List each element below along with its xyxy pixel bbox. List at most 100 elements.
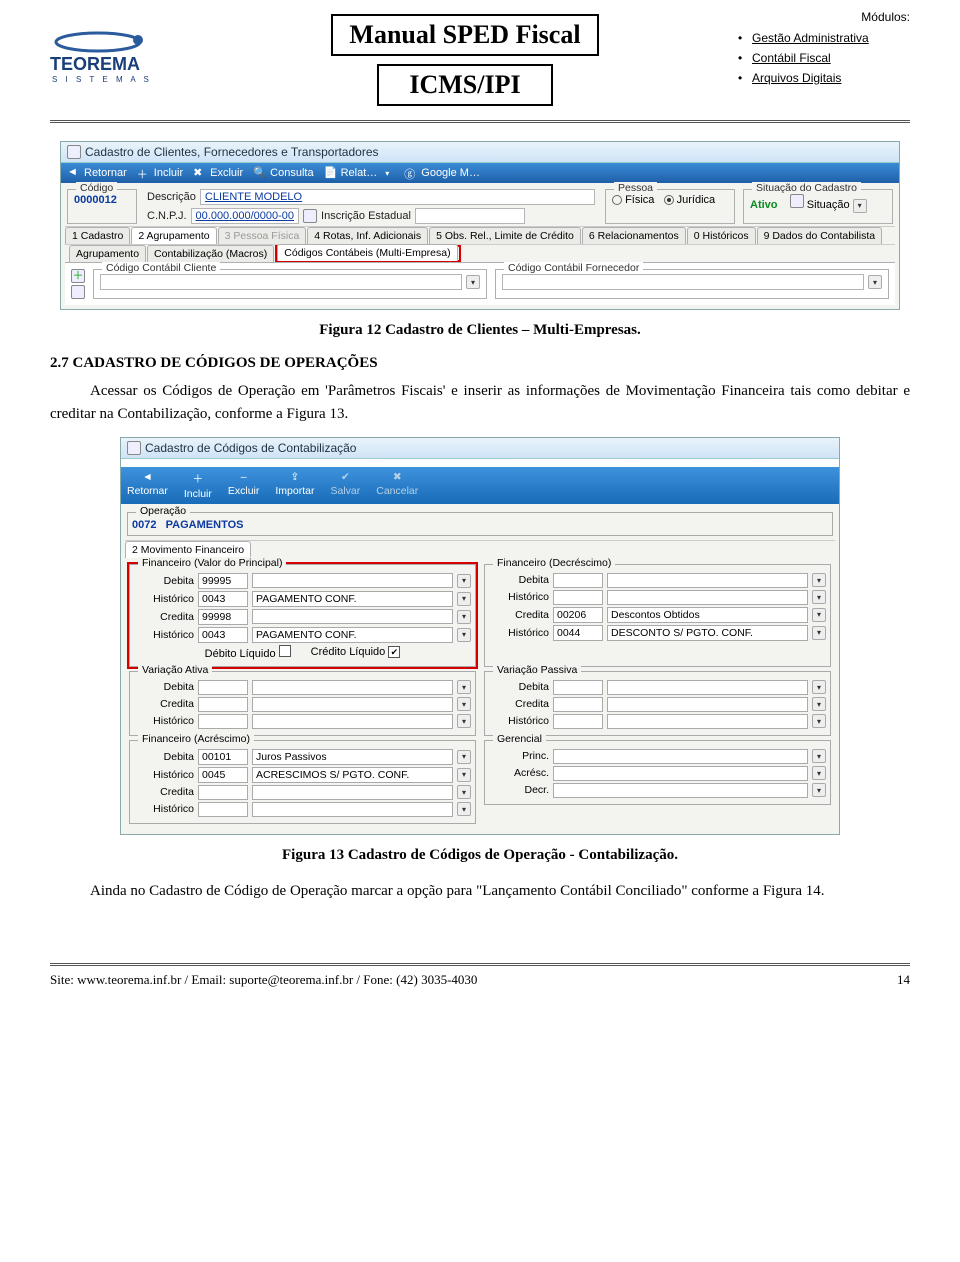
chevron-down-icon[interactable]: ▾ [457, 574, 471, 588]
chevron-down-icon[interactable]: ▾ [853, 199, 867, 213]
consulta-button[interactable]: 🔍Consulta [253, 166, 313, 180]
fp-debita-desc[interactable] [252, 573, 453, 588]
chevron-down-icon[interactable]: ▾ [812, 573, 826, 587]
retornar-button[interactable]: ◄Retornar [67, 166, 127, 180]
chevron-down-icon[interactable]: ▾ [812, 697, 826, 711]
tab-agrupamento[interactable]: 2 Agrupamento [131, 227, 216, 244]
chevron-down-icon[interactable]: ▾ [466, 275, 480, 289]
credliq-checkbox[interactable]: ✔ [388, 646, 400, 658]
cod-fornecedor-input[interactable] [502, 274, 864, 290]
cancelar-button[interactable]: ✖Cancelar [376, 471, 418, 500]
chevron-down-icon[interactable]: ▾ [457, 697, 471, 711]
chevron-down-icon[interactable]: ▾ [812, 749, 826, 763]
salvar-button[interactable]: ✔Salvar [330, 471, 360, 500]
tab-rotas[interactable]: 4 Rotas, Inf. Adicionais [307, 227, 428, 244]
tab-pessoa-fisica[interactable]: 3 Pessoa Física [218, 227, 307, 244]
fd-hist2-desc[interactable]: DESCONTO S/ PGTO. CONF. [607, 625, 808, 641]
fa-hist2[interactable] [198, 802, 248, 817]
fd-credita-code[interactable]: 00206 [553, 607, 603, 623]
op-code[interactable]: 0072 [132, 519, 156, 531]
cod-cliente-input[interactable] [100, 274, 462, 290]
fp-hist2-desc[interactable]: PAGAMENTO CONF. [252, 627, 453, 643]
chevron-down-icon[interactable]: ▾ [457, 680, 471, 694]
tab-cadastro[interactable]: 1 Cadastro [65, 227, 130, 244]
chevron-down-icon[interactable]: ▾ [457, 802, 471, 816]
incluir-button[interactable]: ＋Incluir [137, 166, 183, 180]
situacao-button[interactable]: Situação [807, 199, 850, 211]
chevron-down-icon[interactable]: ▾ [812, 590, 826, 604]
tab-obs[interactable]: 5 Obs. Rel., Limite de Crédito [429, 227, 581, 244]
subtab-contabilizacao[interactable]: Contabilização (Macros) [147, 245, 274, 262]
ge-decr[interactable] [553, 783, 808, 798]
importar-button[interactable]: ⇪Importar [275, 471, 314, 500]
grp-fd-legend: Financeiro (Decréscimo) [493, 557, 615, 569]
subtab-codigos-contabeis[interactable]: Códigos Contábeis (Multi-Empresa) [277, 244, 457, 261]
debliq-checkbox[interactable] [279, 645, 291, 657]
chevron-down-icon[interactable]: ▾ [812, 766, 826, 780]
fp-credita-desc[interactable] [252, 609, 453, 624]
fp-hist2-code[interactable]: 0043 [198, 627, 248, 643]
vp-debita[interactable] [553, 680, 603, 695]
google-button[interactable]: ⓖGoogle M… [404, 166, 480, 180]
fp-debita-input[interactable]: 99995 [198, 573, 248, 589]
relat-button[interactable]: 📄Relat…▾ [324, 166, 395, 180]
fp-hist1-desc[interactable]: PAGAMENTO CONF. [252, 591, 453, 607]
vp-hist[interactable] [553, 714, 603, 729]
chevron-down-icon[interactable]: ▾ [457, 628, 471, 642]
tab-contabilista[interactable]: 9 Dados do Contabilista [757, 227, 883, 244]
chevron-down-icon[interactable]: ▾ [457, 785, 471, 799]
fa-hist-desc[interactable]: ACRESCIMOS S/ PGTO. CONF. [252, 767, 453, 783]
radio-juridica[interactable]: Jurídica [664, 194, 716, 206]
fa-credita[interactable] [198, 785, 248, 800]
chevron-down-icon[interactable]: ▾ [868, 275, 882, 289]
ie-input[interactable] [415, 208, 525, 224]
fd-hist1[interactable] [553, 590, 603, 605]
lbl-historico: Histórico [134, 803, 194, 815]
fd-debita[interactable] [553, 573, 603, 588]
excluir-button[interactable]: ✖Excluir [193, 166, 243, 180]
situacao-icon[interactable] [790, 194, 804, 208]
fa-debita-code[interactable]: 00101 [198, 749, 248, 765]
remove-row-icon[interactable] [71, 285, 85, 299]
incluir-button[interactable]: ＋Incluir [184, 471, 212, 500]
fd-hist2-code[interactable]: 0044 [553, 625, 603, 641]
section-heading: 2.7 CADASTRO DE CÓDIGOS DE OPERAÇÕES [50, 355, 910, 372]
retornar-button[interactable]: ◄Retornar [127, 471, 168, 500]
descricao-input[interactable]: CLIENTE MODELO [200, 189, 595, 205]
ge-princ[interactable] [553, 749, 808, 764]
chevron-down-icon[interactable]: ▾ [457, 610, 471, 624]
chevron-down-icon[interactable]: ▾ [812, 608, 826, 622]
tab-movimento-financeiro[interactable]: 2 Movimento Financeiro [125, 541, 251, 558]
excluir-button[interactable]: –Excluir [228, 471, 260, 500]
fp-credita-input[interactable]: 99998 [198, 609, 248, 625]
add-row-icon[interactable]: ＋ [71, 269, 85, 283]
va-credita[interactable] [198, 697, 248, 712]
ge-acresc[interactable] [553, 766, 808, 781]
fd-credita-desc[interactable]: Descontos Obtidos [607, 607, 808, 623]
va-hist[interactable] [198, 714, 248, 729]
tab-historicos[interactable]: 0 Históricos [687, 227, 756, 244]
chevron-down-icon[interactable]: ▾ [457, 768, 471, 782]
info-icon[interactable] [303, 209, 317, 223]
fig13-titlebar: Cadastro de Códigos de Contabilização [121, 438, 839, 459]
operacao-legend: Operação [136, 505, 190, 517]
chevron-down-icon[interactable]: ▾ [812, 714, 826, 728]
chevron-down-icon[interactable]: ▾ [457, 592, 471, 606]
va-debita[interactable] [198, 680, 248, 695]
chevron-down-icon[interactable]: ▾ [812, 680, 826, 694]
radio-fisica[interactable]: Física [612, 194, 654, 206]
fp-hist1-code[interactable]: 0043 [198, 591, 248, 607]
chevron-down-icon[interactable]: ▾ [812, 626, 826, 640]
cnpj-input[interactable]: 00.000.000/0000-00 [191, 208, 299, 224]
codigo-label: Código [76, 182, 117, 194]
fa-hist-code[interactable]: 0045 [198, 767, 248, 783]
codigo-value[interactable]: 0000012 [74, 194, 117, 206]
chevron-down-icon[interactable]: ▾ [457, 750, 471, 764]
chevron-down-icon[interactable]: ▾ [812, 783, 826, 797]
fa-debita-desc[interactable]: Juros Passivos [252, 749, 453, 765]
vp-credita[interactable] [553, 697, 603, 712]
plus-icon: ＋ [137, 166, 151, 180]
tab-relacionamentos[interactable]: 6 Relacionamentos [582, 227, 686, 244]
chevron-down-icon[interactable]: ▾ [457, 714, 471, 728]
subtab-agrupamento[interactable]: Agrupamento [69, 245, 146, 262]
